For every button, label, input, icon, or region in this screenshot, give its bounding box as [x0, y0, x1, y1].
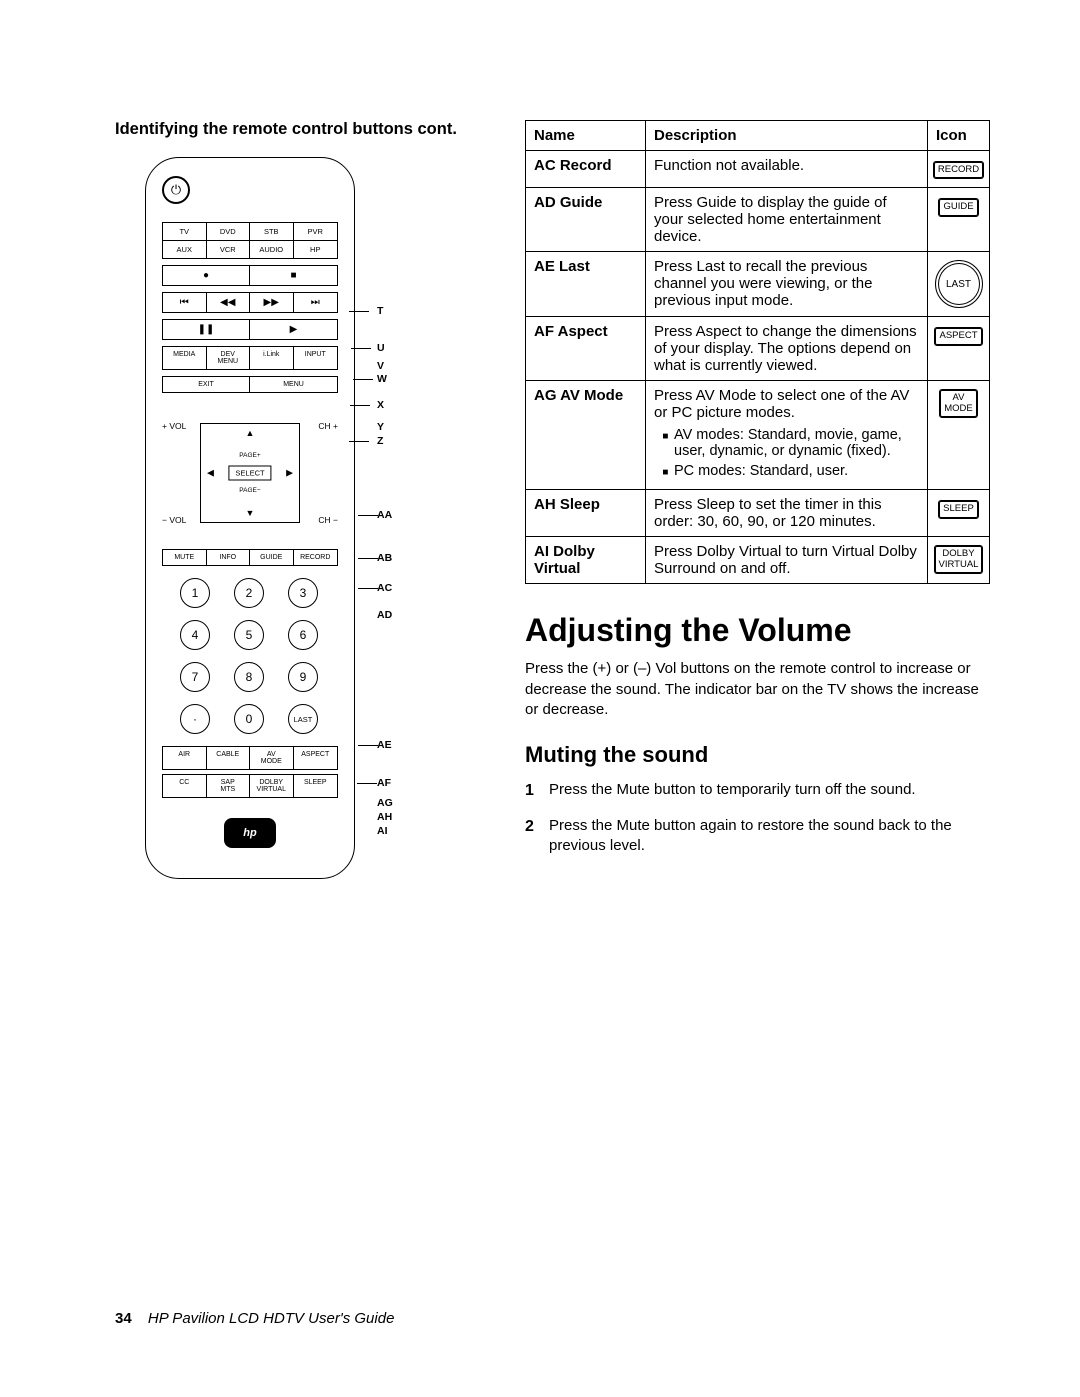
callout: V	[377, 360, 384, 372]
row-desc: Press Last to recall the previous channe…	[646, 252, 928, 317]
row-desc: Press Sleep to set the timer in this ord…	[646, 490, 928, 537]
exit-menu: EXIT MENU	[162, 376, 338, 393]
page-footer: 34 HP Pavilion LCD HDTV User's Guide	[115, 1310, 394, 1327]
row-icon: SLEEP	[928, 490, 990, 537]
hp-logo-icon: hp	[224, 818, 276, 848]
callout: U	[377, 342, 385, 354]
volume-para: Press the (+) or (–) Vol buttons on the …	[525, 659, 990, 720]
row-desc: Press Aspect to change the dimensions of…	[646, 317, 928, 381]
rec-stop: ● ■	[162, 265, 338, 286]
callout: AH	[377, 811, 392, 823]
row-name: AI Dolby Virtual	[526, 537, 646, 584]
callout: AB	[377, 552, 392, 564]
step: 2Press the Mute button again to restore …	[525, 816, 990, 857]
row-desc: Press Guide to display the guide of your…	[646, 188, 928, 252]
callout: AC	[377, 582, 392, 594]
remote-heading: Identifying the remote control buttons c…	[115, 120, 485, 139]
right-icon: ▶	[286, 468, 293, 479]
row-icon: RECORD	[928, 151, 990, 188]
dpad: + VOL − VOL CH + CH − ▲ ▼ ◀ ▶ SELECT PAG…	[162, 403, 338, 543]
left-icon: ◀	[207, 468, 214, 479]
callout: AF	[377, 777, 391, 789]
row-icon: DOLBY VIRTUAL	[928, 537, 990, 584]
down-icon: ▼	[246, 508, 255, 518]
row-name: AD Guide	[526, 188, 646, 252]
row-desc: Press Dolby Virtual to turn Virtual Dolb…	[646, 537, 928, 584]
callout: AE	[377, 739, 392, 751]
numpad: 1 2 3 4 5 6 7 8 9 · 0 LAST	[162, 578, 338, 734]
step: 1Press the Mute button to temporarily tu…	[525, 780, 990, 802]
device-buttons: TV DVD STB PVR AUX VCR AUDIO HP	[162, 222, 338, 259]
row-desc: Function not available.	[646, 151, 928, 188]
power-icon: ⏻	[162, 176, 190, 204]
row-icon: LAST	[928, 252, 990, 317]
row-name: AC Record	[526, 151, 646, 188]
button-desc-table: Name Description Icon AC RecordFunction …	[525, 120, 990, 584]
callout: W	[377, 373, 387, 385]
callout: AI	[377, 825, 388, 837]
callout: T	[377, 305, 383, 317]
callout: AG	[377, 797, 393, 809]
callout: AD	[377, 609, 392, 621]
callout: Y	[377, 421, 384, 433]
row-icon: AV MODE	[928, 381, 990, 490]
up-icon: ▲	[246, 428, 255, 438]
bottom-row-1: AIR CABLE AV MODE ASPECT	[162, 746, 338, 770]
row-name: AG AV Mode	[526, 381, 646, 490]
media-row: MEDIA DEV MENU i.Link INPUT	[162, 346, 338, 370]
row-name: AF Aspect	[526, 317, 646, 381]
pause-play: ❚❚ ▶	[162, 319, 338, 340]
row-name: AE Last	[526, 252, 646, 317]
callout: X	[377, 399, 384, 411]
row-icon: GUIDE	[928, 188, 990, 252]
row-desc: Press AV Mode to select one of the AV or…	[646, 381, 928, 490]
bottom-row-2: CC SAP MTS DOLBY VIRTUAL SLEEP	[162, 774, 338, 798]
row-name: AH Sleep	[526, 490, 646, 537]
remote-outline: ⏻ TV DVD STB PVR AUX VCR AUDIO HP ● ■ ⏮	[145, 157, 355, 879]
row-icon: ASPECT	[928, 317, 990, 381]
heading-adjusting-volume: Adjusting the Volume	[525, 612, 990, 649]
callout: Z	[377, 435, 383, 447]
heading-muting: Muting the sound	[525, 742, 990, 768]
callout: AA	[377, 509, 392, 521]
info-row: MUTE INFO GUIDE RECORD	[162, 549, 338, 566]
transport: ⏮ ◀◀ ▶▶ ⏭	[162, 292, 338, 313]
